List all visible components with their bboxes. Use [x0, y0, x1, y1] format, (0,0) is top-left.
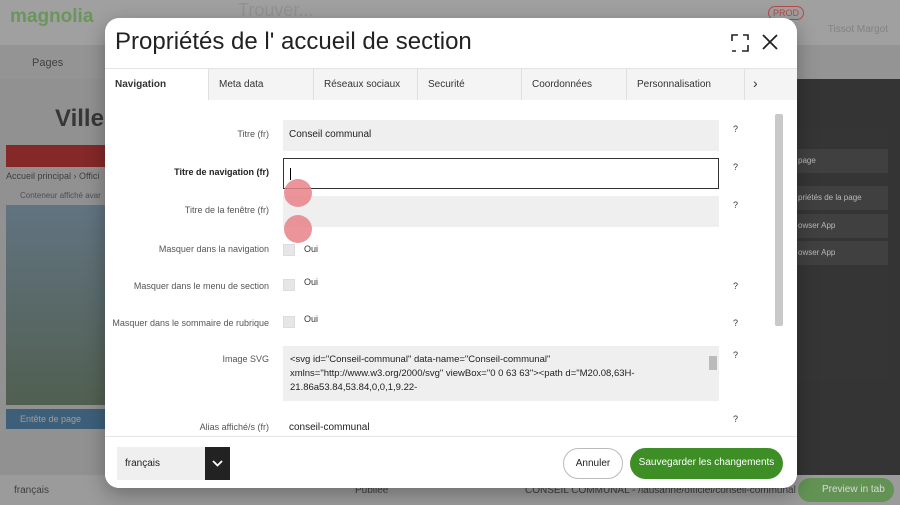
entete-button: Entête de page — [6, 409, 106, 429]
form-scrollbar[interactable] — [775, 108, 783, 430]
masquer-section-checkbox[interactable] — [283, 279, 295, 291]
action-item: owser App — [794, 241, 888, 265]
click-highlight-marker — [284, 179, 312, 207]
masquer-section-label: Masquer dans le menu de section — [133, 281, 269, 291]
masquer-sommaire-label: Masquer dans le sommaire de rubrique — [112, 318, 269, 328]
alias-label: Alias affiché/s (fr) — [199, 422, 269, 432]
titre-fenetre-input[interactable] — [283, 196, 719, 227]
save-changes-button[interactable]: Sauvegarder les changements — [630, 448, 783, 479]
action-item: priétés de la page — [794, 186, 888, 210]
chevron-down-icon[interactable] — [205, 447, 230, 480]
tab-securite[interactable]: Securité — [418, 69, 522, 100]
action-item: page — [794, 149, 888, 173]
ville-title: Ville — [55, 105, 104, 132]
help-icon[interactable]: ? — [733, 200, 738, 210]
titre-input[interactable]: Conseil communal — [283, 120, 719, 151]
help-icon[interactable]: ? — [733, 414, 738, 424]
close-icon[interactable] — [761, 33, 779, 51]
help-icon[interactable]: ? — [733, 281, 738, 291]
landscape-image — [6, 205, 116, 405]
form-scroll-thumb[interactable] — [775, 114, 783, 326]
tab-reseaux-sociaux[interactable]: Réseaux sociaux — [314, 69, 418, 100]
cancel-button[interactable]: Annuler — [563, 448, 623, 479]
preview-in-tab-button: Preview in tab — [798, 478, 894, 502]
image-svg-textarea[interactable]: <svg id="Conseil-communal" data-name="Co… — [283, 346, 719, 401]
image-svg-value: <svg id="Conseil-communal" data-name="Co… — [290, 354, 635, 393]
alias-input[interactable]: conseil-communal — [283, 412, 719, 436]
titre-navigation-input[interactable] — [283, 158, 719, 189]
expand-icon[interactable] — [731, 34, 749, 52]
tab-personnalisation[interactable]: Personnalisation — [627, 69, 745, 100]
action-item: owser App — [794, 214, 888, 238]
tab-coordonnees[interactable]: Coordonnées — [522, 69, 627, 100]
dialog-footer: français Annuler Sauvegarder les changem… — [105, 436, 797, 488]
masquer-navigation-checkbox[interactable] — [283, 244, 295, 256]
titre-fenetre-label: Titre de la fenêtre (fr) — [184, 205, 269, 215]
tab-meta-data[interactable]: Meta data — [209, 69, 314, 100]
masquer-navigation-label: Masquer dans la navigation — [158, 244, 269, 254]
actions-pane: page priétés de la page owser App owser … — [780, 79, 900, 475]
tab-scroll-right-icon[interactable]: › — [745, 69, 797, 100]
masquer-sommaire-checkbox[interactable] — [283, 316, 295, 328]
titre-label: Titre (fr) — [237, 129, 269, 139]
bottom-language: français — [14, 485, 50, 496]
help-icon[interactable]: ? — [733, 124, 738, 134]
user-name: Tissot Margot — [827, 24, 888, 35]
image-svg-label: Image SVG — [222, 354, 269, 364]
textarea-scrollbar[interactable] — [709, 350, 717, 397]
help-icon[interactable]: ? — [733, 162, 738, 172]
properties-dialog: Propriétés de l' accueil de section Navi… — [105, 18, 797, 488]
masquer-sommaire-oui: Oui — [304, 314, 319, 324]
page-preview-pane: Ville Accueil principal › Offici Contene… — [0, 79, 120, 475]
help-icon[interactable]: ? — [733, 318, 738, 328]
tab-bar: Navigation Meta data Réseaux sociaux Sec… — [105, 68, 797, 100]
text-cursor — [290, 168, 291, 180]
help-icon[interactable]: ? — [733, 350, 738, 360]
container-label: Conteneur affiché avar — [20, 191, 101, 200]
magnolia-logo: magnolia — [10, 6, 94, 27]
textarea-scroll-thumb[interactable] — [709, 356, 717, 370]
tab-navigation[interactable]: Navigation — [105, 69, 209, 100]
navigation-form: Titre (fr) Conseil communal ? Titre de n… — [105, 100, 797, 436]
dialog-title: Propriétés de l' accueil de section — [115, 28, 472, 55]
masquer-section-oui: Oui — [304, 277, 319, 287]
titre-navigation-label: Titre de navigation (fr) — [174, 167, 269, 177]
red-banner — [6, 145, 116, 167]
breadcrumb: Accueil principal › Offici — [6, 171, 100, 181]
masquer-navigation-oui: Oui — [304, 244, 319, 254]
pages-label: Pages — [32, 57, 64, 69]
click-highlight-marker — [284, 215, 312, 243]
